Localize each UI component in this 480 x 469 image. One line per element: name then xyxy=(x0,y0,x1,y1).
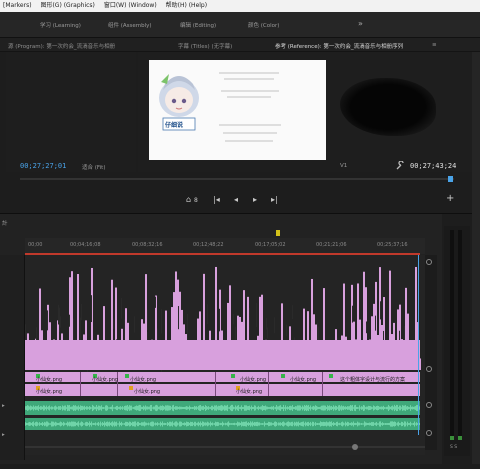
meter-label: S S xyxy=(450,445,458,450)
transport-bar: ⌂ 8 |◂ ◂ ▸ ▸| + xyxy=(0,188,480,214)
clip-label: 小仙女.png xyxy=(130,377,157,383)
clip-fx-icon xyxy=(281,374,285,378)
marker-count: 8 xyxy=(194,197,198,204)
panel-menu-icon[interactable]: ≡ xyxy=(432,42,437,48)
clip-label: 小仙女.png xyxy=(92,377,119,383)
track-headers: ▸ ▸ xyxy=(0,255,25,460)
clip-row-audio xyxy=(25,384,420,396)
preview-frame: 仔细说 xyxy=(149,60,326,160)
timeline-tab[interactable]: 計 xyxy=(2,219,8,227)
prev-frame-button[interactable]: ◂ xyxy=(234,195,238,204)
timeline-vertical-scrollbar[interactable] xyxy=(425,255,437,450)
preview-logo-text: 仔细说 xyxy=(165,122,184,129)
video-track-band xyxy=(25,340,420,370)
workspace-editing[interactable]: 编辑 (Editing) xyxy=(180,21,216,29)
clip-fx-icon xyxy=(129,386,133,390)
timecode-playhead[interactable]: 00;27;27;01 xyxy=(20,162,66,170)
clip-label: 小仙女.png xyxy=(36,377,63,383)
menu-help[interactable]: 帮助(H) (Help) xyxy=(166,2,207,9)
clip-label: 小仙女.png xyxy=(240,377,267,383)
workspace-more-button[interactable]: » xyxy=(358,19,363,28)
timeline-tracks[interactable] xyxy=(25,255,425,455)
fit-dropdown[interactable]: 适合 (Fit) xyxy=(82,163,106,171)
menu-bar: [Markers) 图形(G) (Graphics) 窗口(W) (Window… xyxy=(0,0,480,12)
workspace-bar: 学习 (Learning) 组件 (Assembly) 编辑 (Editing)… xyxy=(0,12,480,38)
tab-reference[interactable]: 参考 (Reference): 第一次约会_流淌音乐与相册序列 xyxy=(275,42,403,50)
right-panel-edge xyxy=(472,52,480,464)
ruler-tick: 00;25;37;16 xyxy=(377,242,408,248)
track-header-a2[interactable]: ▸ xyxy=(2,432,5,438)
timeline-horizontal-scrollbar[interactable] xyxy=(25,443,425,451)
clip-fx-icon xyxy=(125,374,129,378)
timeline-ruler[interactable]: 00;00 00;04;16;08 00;08;32;16 00;12;48;2… xyxy=(25,238,425,254)
source-monitor xyxy=(6,52,136,172)
add-button[interactable]: + xyxy=(446,193,454,204)
clip-label: 小仙女.png xyxy=(36,389,63,395)
workspace-learning[interactable]: 学习 (Learning) xyxy=(40,21,81,29)
clip-fx-icon xyxy=(329,374,333,378)
ruler-tick: 00;08;32;16 xyxy=(132,242,163,248)
clip-fx-icon xyxy=(231,374,235,378)
play-button[interactable]: ▸ xyxy=(253,195,257,204)
playhead-line xyxy=(418,255,419,435)
ruler-tick: 00;00 xyxy=(28,242,43,248)
clip-label: 小仙女.png xyxy=(134,389,161,395)
clip-label: 小仙女.png xyxy=(290,377,317,383)
tab-program[interactable]: 源 (Program): 第一次约会_流淌音乐与相册 xyxy=(8,42,115,50)
sequence-marker-icon[interactable] xyxy=(275,230,281,238)
menu-graphics[interactable]: 图形(G) (Graphics) xyxy=(40,2,94,9)
audio-meters: S S xyxy=(444,226,470,456)
timecode-duration: 00;27;43;24 xyxy=(410,162,457,170)
monitor-panel-tabs: 源 (Program): 第一次约会_流淌音乐与相册 字幕 (Titles) (… xyxy=(0,38,480,52)
step-forward-button[interactable]: ▸| xyxy=(271,195,278,204)
anime-avatar-image xyxy=(159,72,281,142)
ruler-tick: 00;04;16;08 xyxy=(70,242,101,248)
ruler-tick: 00;12;48;22 xyxy=(193,242,224,248)
ruler-tick: 00;17;05;02 xyxy=(255,242,286,248)
ruler-tick: 00;21;21;06 xyxy=(316,242,347,248)
menu-window[interactable]: 窗口(W) (Window) xyxy=(104,2,157,9)
tab-captions[interactable]: 字幕 (Titles) (无字幕) xyxy=(178,42,232,50)
step-back-button[interactable]: |◂ xyxy=(213,195,220,204)
add-marker-button[interactable]: ⌂ xyxy=(186,195,191,204)
monitor-playhead xyxy=(448,176,453,182)
wrench-icon[interactable] xyxy=(395,161,405,171)
clip-label: 小仙女.png xyxy=(236,389,263,395)
clip-label: 这个粗体字设计与流行的方案 xyxy=(340,377,406,383)
menu-markers[interactable]: [Markers) xyxy=(3,2,32,9)
track-header-a1[interactable]: ▸ xyxy=(2,403,5,409)
workspace-color[interactable]: 颜色 (Color) xyxy=(248,21,279,29)
workspace-assembly[interactable]: 组件 (Assembly) xyxy=(108,21,152,29)
track-select-dropdown[interactable]: V1 xyxy=(340,163,347,169)
monitor-scrub-bar[interactable] xyxy=(20,176,454,182)
